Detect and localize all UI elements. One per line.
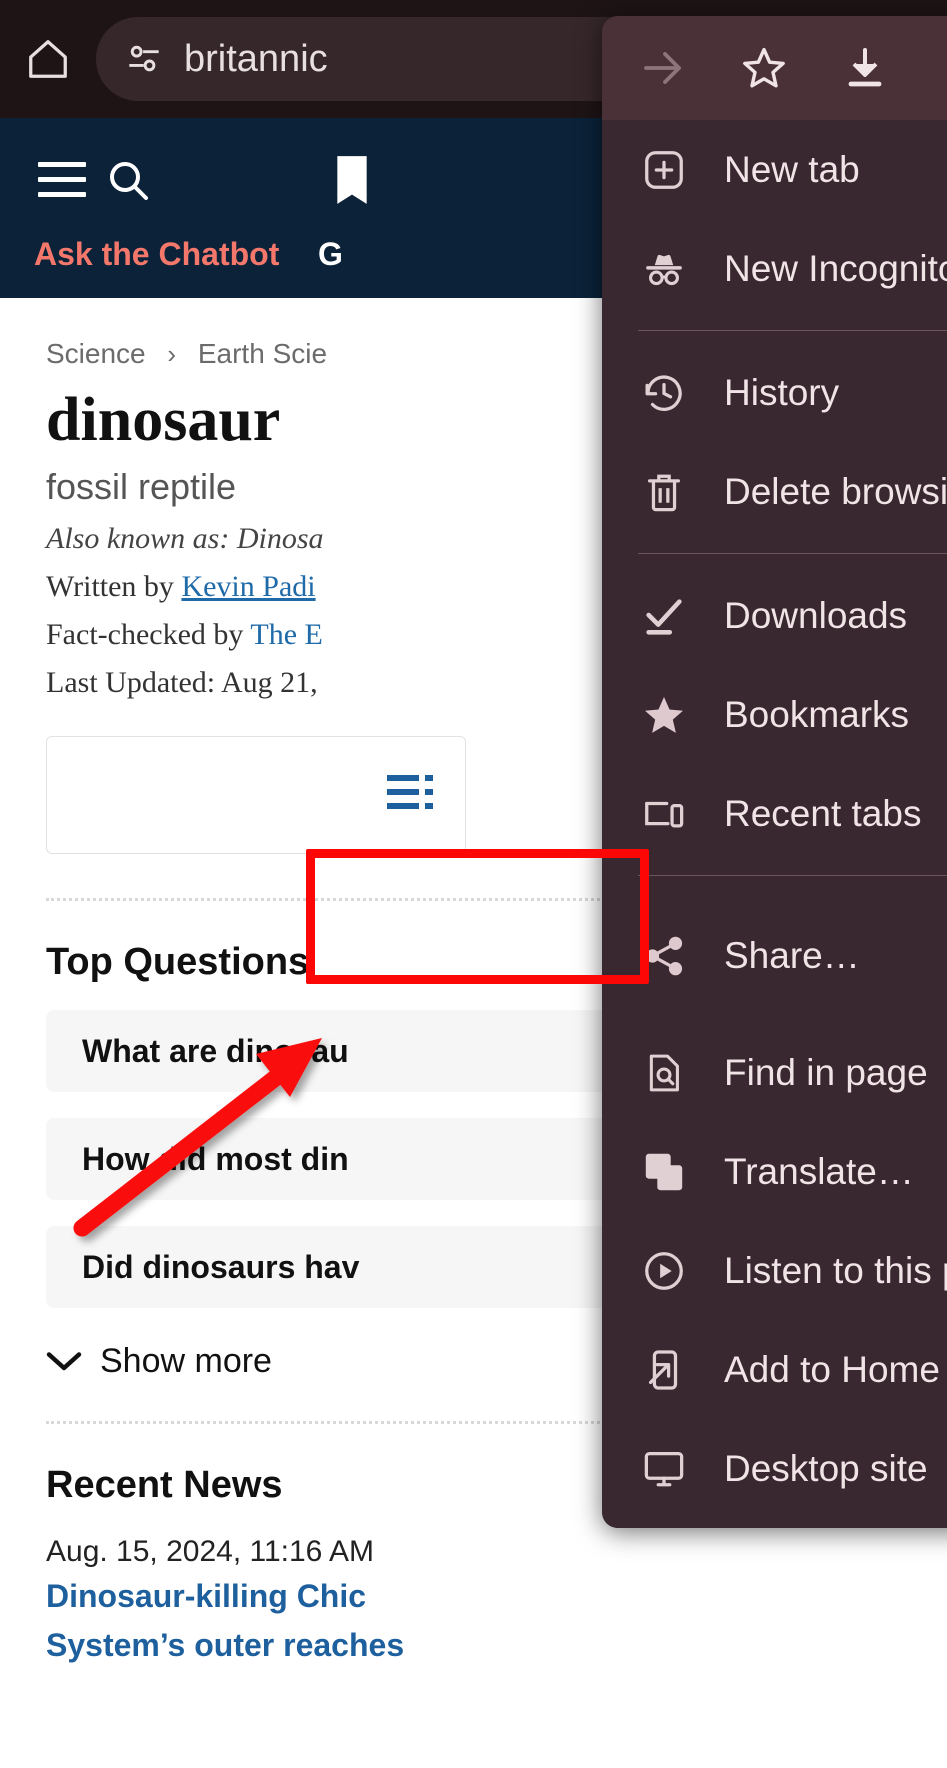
incognito-icon: [638, 243, 690, 295]
find-in-page-icon: [638, 1047, 690, 1099]
menu-item-label: Add to Home screen: [724, 1348, 947, 1390]
menu-item-recent-tabs[interactable]: Recent tabs: [602, 764, 947, 863]
menu-item-delete-browsing-data[interactable]: Delete browsing data: [602, 442, 947, 541]
menu-item-label: New Incognito tab: [724, 247, 947, 289]
share-icon: [638, 930, 690, 982]
desktop-icon: [638, 1443, 690, 1495]
menu-item-label: Downloads: [724, 594, 908, 636]
overflow-menu-items: New tab New Incognito tab: [602, 120, 947, 1528]
news-headline-link[interactable]: Dinosaur-killing Chic: [46, 1575, 947, 1618]
menu-item-label: Find in page: [724, 1051, 928, 1093]
page-info-button[interactable]: [938, 39, 947, 97]
add-to-home-icon: [638, 1344, 690, 1396]
download-page-button[interactable]: [836, 39, 894, 97]
home-icon: [29, 40, 67, 78]
star-outline-icon: [743, 47, 785, 88]
download-icon: [849, 48, 882, 87]
menu-item-label: Desktop site: [724, 1447, 928, 1489]
menu-item-desktop-site[interactable]: Desktop site: [602, 1419, 947, 1518]
menu-item-label: New tab: [724, 148, 860, 190]
menu-item-new-incognito-tab[interactable]: New Incognito tab: [602, 219, 947, 318]
breadcrumb-item-science[interactable]: Science: [46, 338, 146, 369]
hamburger-icon[interactable]: [38, 162, 86, 197]
menu-item-label: Bookmarks: [724, 693, 910, 735]
arrow-right-icon: [643, 52, 681, 84]
menu-item-label: History: [724, 371, 840, 413]
menu-item-listen-to-this-page[interactable]: Listen to this page: [602, 1221, 947, 1320]
search-icon[interactable]: [104, 156, 152, 204]
menu-item-label: Recent tabs: [724, 792, 922, 834]
home-button[interactable]: [0, 0, 96, 118]
new-tab-icon: [638, 144, 690, 196]
trash-icon: [638, 466, 690, 518]
breadcrumb-separator-icon: ›: [167, 339, 177, 369]
nav-link-ask-the-chatbot[interactable]: Ask the Chatbot: [34, 236, 279, 273]
menu-item-translate[interactable]: G 文 Translate…: [602, 1122, 947, 1221]
svg-text:文: 文: [662, 1168, 679, 1188]
overflow-menu-header: [602, 16, 947, 120]
chevron-down-icon: [46, 1351, 82, 1370]
menu-item-find-in-page[interactable]: Find in page: [602, 1023, 947, 1122]
translate-icon: G 文: [638, 1146, 690, 1198]
menu-divider: [638, 553, 947, 554]
menu-item-history[interactable]: History: [602, 343, 947, 442]
news-timestamp: Aug. 15, 2024, 11:16 AM: [46, 1535, 375, 1569]
menu-item-new-tab[interactable]: New tab: [602, 120, 947, 219]
show-more-label: Show more: [100, 1342, 272, 1381]
written-by-prefix: Written by: [46, 570, 182, 604]
menu-divider: [638, 330, 947, 331]
forward-button[interactable]: [634, 39, 692, 97]
menu-item-add-to-home-screen[interactable]: Add to Home screen: [602, 1320, 947, 1419]
menu-item-label: Listen to this page: [724, 1249, 947, 1291]
screen: britannic Ask the Chatbot G Science › Ea…: [0, 0, 947, 1768]
page-info-icon[interactable]: [122, 37, 166, 81]
browser-overflow-menu: New tab New Incognito tab: [301, 8, 947, 1528]
menu-item-label: Share…: [724, 934, 860, 976]
menu-item-share[interactable]: Share… f: [602, 888, 947, 1023]
history-icon: [638, 367, 690, 419]
fact-checked-prefix: Fact-checked by: [46, 618, 251, 652]
author-link[interactable]: Kevin Padi: [181, 570, 315, 603]
recent-tabs-icon: [638, 788, 690, 840]
star-filled-icon: [638, 689, 690, 741]
play-circle-icon: [638, 1245, 690, 1297]
info-circle-icon: [943, 44, 947, 92]
bookmark-button[interactable]: [735, 39, 793, 97]
menu-item-bookmarks[interactable]: Bookmarks: [602, 665, 947, 764]
news-headline-link-cont[interactable]: System’s outer reaches: [46, 1624, 947, 1667]
menu-item-label: Delete browsing data: [724, 470, 947, 512]
menu-divider: [638, 875, 947, 876]
overflow-menu-panel: New tab New Incognito tab: [602, 16, 947, 1528]
menu-item-downloads[interactable]: Downloads: [602, 566, 947, 665]
menu-item-label: Translate…: [724, 1150, 914, 1192]
downloads-check-icon: [638, 590, 690, 642]
